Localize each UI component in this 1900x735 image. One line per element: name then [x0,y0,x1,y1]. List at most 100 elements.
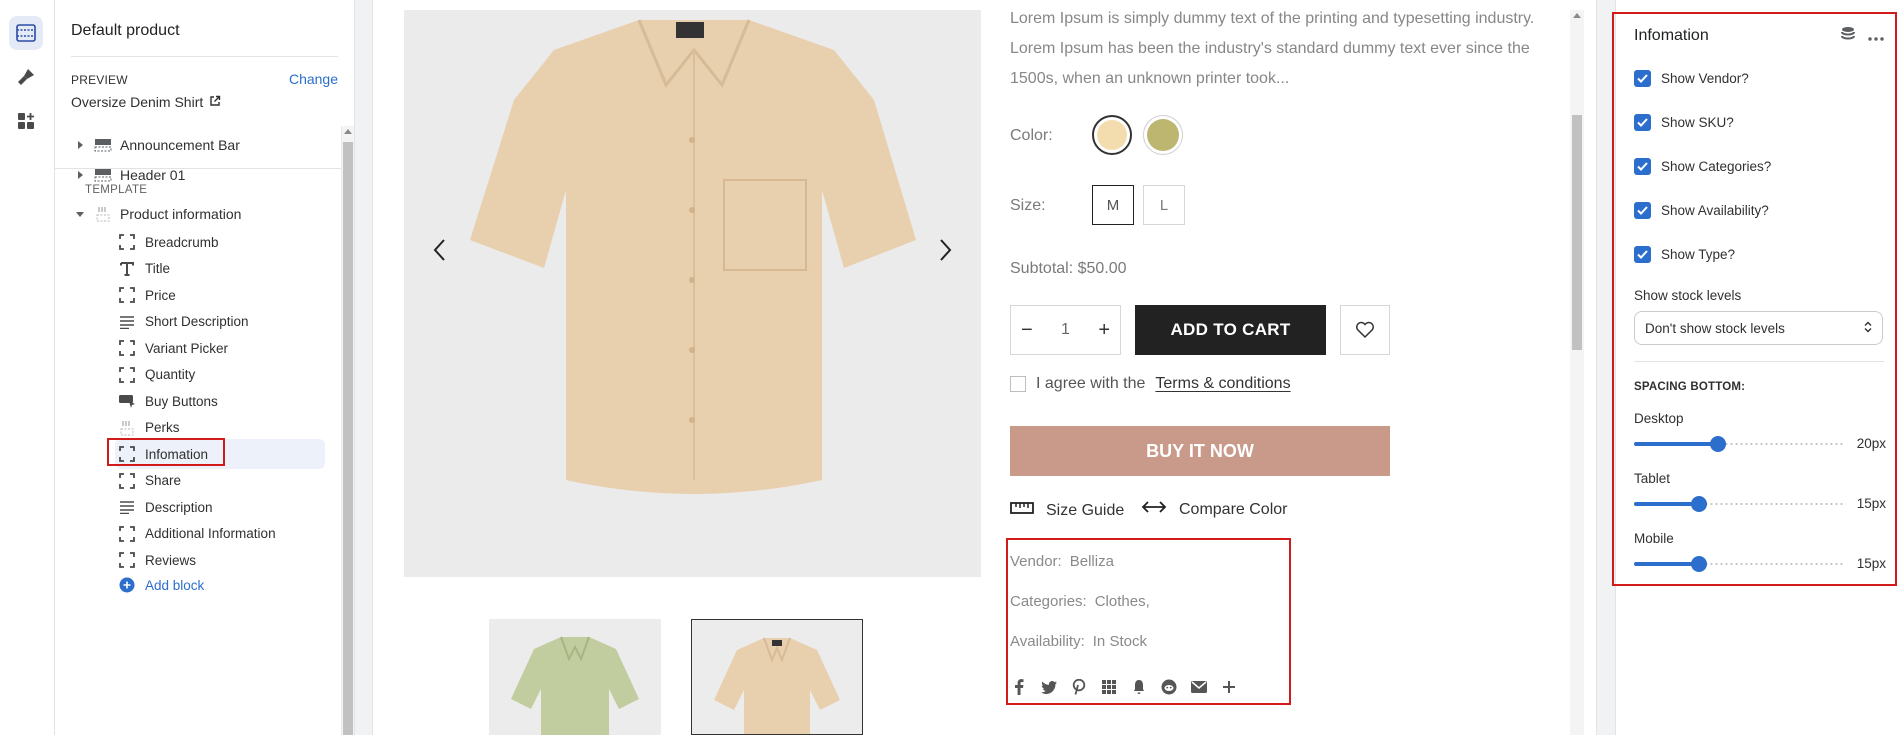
change-preview-link[interactable]: Change [289,71,338,87]
block-label: Perks [145,420,180,435]
thumbnail-beige-shirt[interactable] [691,619,863,735]
info-block-highlight-box [1006,538,1291,705]
template-label: TEMPLATE [85,184,148,196]
product-main-image[interactable] [404,10,981,577]
size-guide-link[interactable]: Size Guide [1010,500,1124,521]
double-arrow-icon [1141,500,1167,519]
lines-icon [117,313,137,331]
ruler-icon [1010,500,1034,521]
buy-it-now-button[interactable]: BUY IT NOW [1010,426,1390,476]
block-price[interactable]: Price [115,280,325,310]
subtotal: Subtotal: $50.00 [1010,260,1127,277]
dashed-block-icon [117,366,137,384]
panel-title: Default product [71,22,180,39]
block-label: Price [145,287,176,303]
compare-color-link[interactable]: Compare Color [1141,500,1287,519]
dashed-block-icon [117,551,137,569]
block-share[interactable]: Share [115,466,325,496]
color-swatch-beige[interactable] [1092,115,1132,155]
block-label: Breadcrumb [145,234,219,250]
next-image-arrow[interactable] [937,238,953,262]
block-breadcrumb[interactable]: Breadcrumb [115,227,325,257]
scroll-up-icon[interactable] [1573,13,1581,18]
scroll-up-icon[interactable] [344,129,352,134]
prev-image-arrow[interactable] [432,238,448,262]
block-short-description[interactable]: Short Description [115,307,325,337]
settings-highlight-box [1612,12,1897,586]
size-guide-label: Size Guide [1046,501,1125,519]
lines-icon [117,498,137,516]
scroll-thumb[interactable] [1572,115,1582,350]
text-icon [117,260,137,278]
section-product-information[interactable]: Product information [72,199,241,229]
scroll-thumb[interactable] [343,142,353,735]
color-label: Color: [1010,127,1053,144]
swatch-fill [1097,120,1127,150]
plus-icon[interactable]: + [1098,319,1110,342]
external-link-icon [209,94,221,110]
block-description[interactable]: Description [115,492,325,522]
short-description: Lorem Ipsum is simply dummy text of the … [1010,10,1535,87]
block-label: Title [145,261,171,276]
block-label: Short Description [145,314,249,329]
block-label: Description [145,499,213,515]
plus-circle-icon [117,576,137,594]
add-block-button[interactable]: Add block [115,570,325,600]
quantity-value[interactable]: 1 [1061,321,1070,339]
block-buy-buttons[interactable]: Buy Buttons [115,386,325,416]
size-label: Size: [1010,197,1046,214]
section-label: Announcement Bar [120,137,240,153]
size-option-l[interactable]: L [1143,185,1185,225]
sections-tree: Announcement Bar Header 01 TEMPLATE Prod… [55,126,354,735]
thumbnail-green-shirt[interactable] [489,619,661,735]
block-label: Variant Picker [145,340,229,356]
add-to-cart-button[interactable]: ADD TO CART [1135,305,1326,355]
section-label: Header 01 [120,167,186,183]
compare-color-label: Compare Color [1179,500,1288,518]
theme-editor: Default product PREVIEW Change Oversize … [0,0,1900,735]
agree-text: I agree with the [1036,375,1146,392]
section-announcement-bar[interactable]: Announcement Bar [72,130,240,160]
terms-agreement: I agree with the Terms & conditions [1010,375,1291,393]
sections-icon[interactable] [9,16,43,50]
collapse-icon[interactable] [72,211,88,217]
icon-rail [0,0,55,735]
preview-product-name: Oversize Denim Shirt [71,94,204,110]
storefront-preview: Lorem Ipsum is simply dummy text of the … [372,0,1597,735]
dashed-block-icon [117,286,137,304]
block-quantity[interactable]: Quantity [115,360,325,390]
theme-settings-brush-icon[interactable] [9,60,43,94]
minus-icon[interactable]: − [1021,319,1033,342]
dashed-block-icon [117,233,137,251]
panel-scrollbar[interactable] [341,126,354,735]
block-title[interactable]: Title [115,254,325,284]
terms-checkbox[interactable] [1010,376,1026,392]
app-embeds-icon[interactable] [9,104,43,138]
expand-icon[interactable] [72,141,88,149]
add-block-label: Add block [145,577,205,593]
block-label: Quantity [145,367,196,382]
selected-block-highlight-box [107,438,225,466]
dashed-block-icon [117,339,137,357]
preview-product[interactable]: Oversize Denim Shirt [71,94,221,110]
quantity-stepper[interactable]: − 1 + [1010,305,1121,355]
perks-icon [117,419,137,437]
preview-canvas: Lorem Ipsum is simply dummy text of the … [355,0,1615,735]
terms-link[interactable]: Terms & conditions [1155,375,1290,393]
block-label: Share [145,473,182,488]
color-swatch-olive[interactable] [1143,115,1183,155]
expand-icon[interactable] [72,171,88,179]
dashed-block-icon [117,472,137,490]
wishlist-heart-icon[interactable] [1340,305,1390,355]
buy-buttons-icon [117,392,137,410]
block-variant-picker[interactable]: Variant Picker [115,333,325,363]
swatch-fill [1147,119,1179,151]
sections-panel: Default product PREVIEW Change Oversize … [55,0,355,735]
block-label: Buy Buttons [145,393,218,409]
preview-scrollbar[interactable] [1570,10,1584,735]
section-label: Product information [120,206,242,222]
section-icon [92,136,114,154]
block-additional-information[interactable]: Additional Information [115,519,325,549]
perks-section-icon [92,205,114,223]
size-option-m[interactable]: M [1092,185,1134,225]
